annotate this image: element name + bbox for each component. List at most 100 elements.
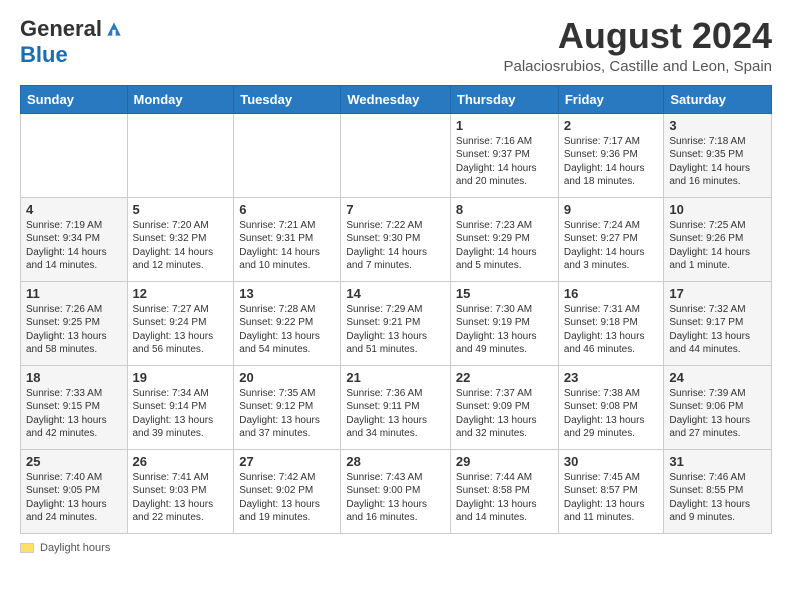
daylight-label: Daylight hours (40, 542, 110, 554)
day-info: Sunset: 9:14 PM (133, 400, 229, 414)
day-info: Daylight: 13 hours and 58 minutes. (26, 330, 122, 357)
day-info: Sunset: 9:36 PM (564, 148, 659, 162)
day-info: Daylight: 14 hours and 7 minutes. (346, 246, 445, 273)
day-info: Daylight: 13 hours and 54 minutes. (239, 330, 335, 357)
calendar-cell: 31Sunrise: 7:46 AMSunset: 8:55 PMDayligh… (664, 449, 772, 533)
col-sunday: Sunday (21, 85, 128, 113)
calendar-cell: 7 Sunrise: 7:22 AMSunset: 9:30 PMDaylight… (341, 197, 451, 281)
footer: Daylight hours (20, 542, 772, 554)
col-tuesday: Tuesday (234, 85, 341, 113)
day-info: Sunset: 9:21 PM (346, 316, 445, 330)
day-number: 16 (564, 286, 659, 301)
calendar: Sunday Monday Tuesday Wednesday Thursday… (20, 85, 772, 534)
calendar-cell: 18Sunrise: 7:33 AMSunset: 9:15 PMDayligh… (21, 365, 128, 449)
day-info: Sunrise: 7:46 AM (669, 471, 766, 485)
header-area: General Blue August 2024 Palaciosrubios,… (20, 16, 772, 75)
day-info: Sunset: 9:35 PM (669, 148, 766, 162)
calendar-cell: 29Sunrise: 7:44 AMSunset: 8:58 PMDayligh… (450, 449, 558, 533)
day-number: 25 (26, 454, 122, 469)
day-number: 28 (346, 454, 445, 469)
day-info: Sunrise: 7:43 AM (346, 471, 445, 485)
calendar-cell: 13Sunrise: 7:28 AMSunset: 9:22 PMDayligh… (234, 281, 341, 365)
day-number: 31 (669, 454, 766, 469)
calendar-cell: 2Sunrise: 7:17 AMSunset: 9:36 PMDaylight… (558, 113, 664, 197)
day-info: Daylight: 13 hours and 16 minutes. (346, 498, 445, 525)
day-info: Daylight: 14 hours and 10 minutes. (239, 246, 335, 273)
day-info: Sunrise: 7:22 AM (346, 219, 445, 233)
calendar-cell: 21Sunrise: 7:36 AMSunset: 9:11 PMDayligh… (341, 365, 451, 449)
day-info: Sunset: 9:34 PM (26, 232, 122, 246)
day-info: Daylight: 13 hours and 29 minutes. (564, 414, 659, 441)
day-info: Sunset: 9:18 PM (564, 316, 659, 330)
calendar-week-2: 4Sunrise: 7:19 AMSunset: 9:34 PMDaylight… (21, 197, 772, 281)
calendar-cell: 8Sunrise: 7:23 AMSunset: 9:29 PMDaylight… (450, 197, 558, 281)
day-info: Sunset: 9:03 PM (133, 484, 229, 498)
day-info: Daylight: 14 hours and 3 minutes. (564, 246, 659, 273)
day-info: Sunrise: 7:34 AM (133, 387, 229, 401)
day-info: Daylight: 13 hours and 39 minutes. (133, 414, 229, 441)
day-info: Daylight: 13 hours and 56 minutes. (133, 330, 229, 357)
day-info: Sunrise: 7:18 AM (669, 135, 766, 149)
day-info: Sunrise: 7:38 AM (564, 387, 659, 401)
day-number: 5 (133, 202, 229, 217)
calendar-cell: 27Sunrise: 7:42 AMSunset: 9:02 PMDayligh… (234, 449, 341, 533)
day-info: Sunrise: 7:28 AM (239, 303, 335, 317)
day-info: Sunset: 9:09 PM (456, 400, 553, 414)
col-saturday: Saturday (664, 85, 772, 113)
day-number: 7 (346, 202, 445, 217)
day-info: Sunrise: 7:45 AM (564, 471, 659, 485)
day-info: Daylight: 14 hours and 12 minutes. (133, 246, 229, 273)
day-info: Daylight: 13 hours and 27 minutes. (669, 414, 766, 441)
day-info: Daylight: 14 hours and 14 minutes. (26, 246, 122, 273)
day-info: Sunrise: 7:31 AM (564, 303, 659, 317)
day-info: Sunrise: 7:44 AM (456, 471, 553, 485)
day-info: Sunrise: 7:21 AM (239, 219, 335, 233)
calendar-cell: 30Sunrise: 7:45 AMSunset: 8:57 PMDayligh… (558, 449, 664, 533)
calendar-cell: 20Sunrise: 7:35 AMSunset: 9:12 PMDayligh… (234, 365, 341, 449)
day-info: Sunset: 8:55 PM (669, 484, 766, 498)
day-number: 11 (26, 286, 122, 301)
day-number: 26 (133, 454, 229, 469)
day-info: Sunset: 8:58 PM (456, 484, 553, 498)
calendar-cell: 5Sunrise: 7:20 AMSunset: 9:32 PMDaylight… (127, 197, 234, 281)
day-info: Daylight: 13 hours and 49 minutes. (456, 330, 553, 357)
day-number: 14 (346, 286, 445, 301)
day-info: Sunset: 9:02 PM (239, 484, 335, 498)
daylight-swatch (20, 543, 34, 553)
calendar-cell: 1Sunrise: 7:16 AMSunset: 9:37 PMDaylight… (450, 113, 558, 197)
calendar-cell (234, 113, 341, 197)
subtitle: Palaciosrubios, Castille and Leon, Spain (504, 58, 773, 75)
day-number: 8 (456, 202, 553, 217)
day-number: 18 (26, 370, 122, 385)
day-info: Daylight: 13 hours and 51 minutes. (346, 330, 445, 357)
day-number: 6 (239, 202, 335, 217)
col-friday: Friday (558, 85, 664, 113)
day-info: Sunset: 9:29 PM (456, 232, 553, 246)
main-title: August 2024 (504, 16, 773, 56)
day-info: Sunrise: 7:20 AM (133, 219, 229, 233)
day-info: Sunrise: 7:35 AM (239, 387, 335, 401)
day-info: Sunset: 9:26 PM (669, 232, 766, 246)
day-info: Daylight: 13 hours and 46 minutes. (564, 330, 659, 357)
col-thursday: Thursday (450, 85, 558, 113)
day-number: 27 (239, 454, 335, 469)
calendar-cell: 16 Sunrise: 7:31 AMSunset: 9:18 PMDayligh… (558, 281, 664, 365)
day-number: 13 (239, 286, 335, 301)
calendar-header-row: Sunday Monday Tuesday Wednesday Thursday… (21, 85, 772, 113)
day-info: Daylight: 13 hours and 34 minutes. (346, 414, 445, 441)
day-info: Daylight: 13 hours and 44 minutes. (669, 330, 766, 357)
day-info: Sunrise: 7:30 AM (456, 303, 553, 317)
day-info: Daylight: 13 hours and 22 minutes. (133, 498, 229, 525)
day-info: Daylight: 14 hours and 16 minutes. (669, 162, 766, 189)
logo: General Blue (20, 16, 124, 68)
day-info: Sunset: 9:30 PM (346, 232, 445, 246)
logo-blue-text: Blue (20, 42, 68, 68)
day-number: 22 (456, 370, 553, 385)
calendar-week-4: 18Sunrise: 7:33 AMSunset: 9:15 PMDayligh… (21, 365, 772, 449)
col-wednesday: Wednesday (341, 85, 451, 113)
day-number: 20 (239, 370, 335, 385)
day-info: Daylight: 13 hours and 32 minutes. (456, 414, 553, 441)
calendar-cell: 22Sunrise: 7:37 AMSunset: 9:09 PMDayligh… (450, 365, 558, 449)
calendar-cell: 10Sunrise: 7:25 AMSunset: 9:26 PMDayligh… (664, 197, 772, 281)
calendar-week-1: 1Sunrise: 7:16 AMSunset: 9:37 PMDaylight… (21, 113, 772, 197)
